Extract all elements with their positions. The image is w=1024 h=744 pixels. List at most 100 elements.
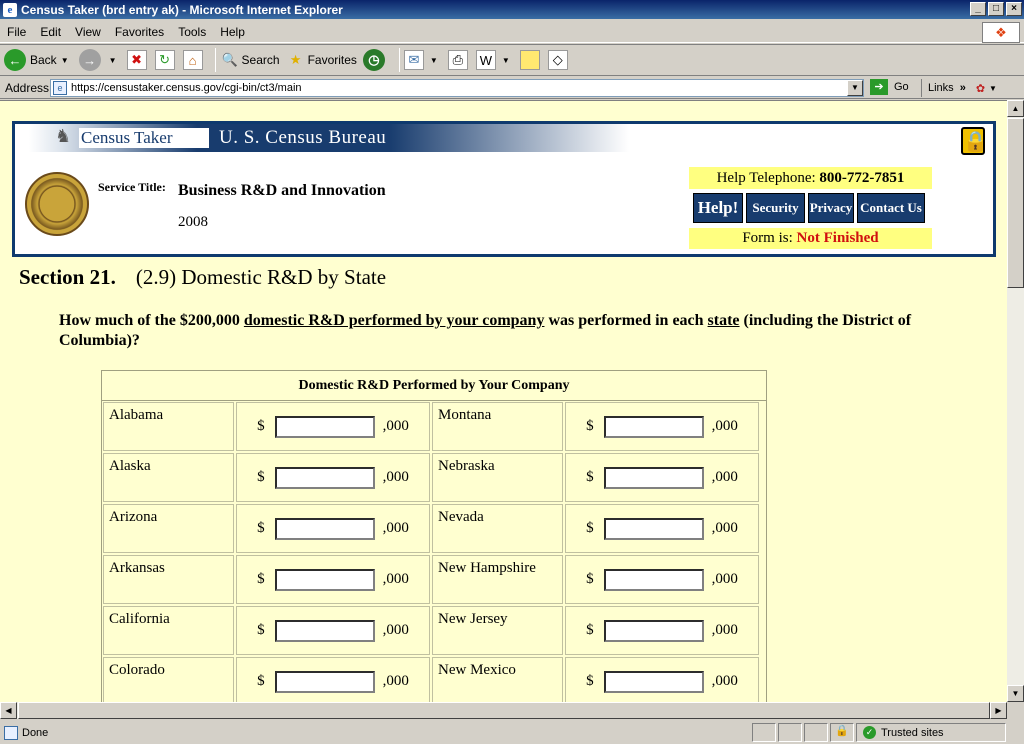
- horizontal-scroll-thumb[interactable]: [18, 702, 990, 719]
- page-viewport: ♞ Census Taker U. S. Census Bureau 🔒 Ser…: [0, 100, 1007, 702]
- currency-symbol: $: [586, 673, 594, 689]
- thousands-suffix: ,000: [382, 622, 409, 638]
- maximize-button[interactable]: □: [988, 2, 1004, 16]
- menu-view[interactable]: View: [68, 25, 108, 39]
- department-seal-icon: [25, 172, 89, 236]
- menu-edit[interactable]: Edit: [33, 25, 68, 39]
- menu-help[interactable]: Help: [213, 25, 252, 39]
- census-taker-logo-icon: ♞: [55, 126, 72, 146]
- question-part: How much of the $200,000: [59, 312, 244, 329]
- scroll-right-icon[interactable]: ▶: [990, 702, 1007, 719]
- mail-button[interactable]: ✉ ▼: [403, 46, 442, 74]
- edit-icon: W: [475, 50, 496, 70]
- status-text: Done: [0, 723, 750, 742]
- help-button[interactable]: Help!: [693, 193, 743, 223]
- amount-input[interactable]: [274, 619, 375, 642]
- home-button[interactable]: ⌂: [182, 46, 205, 74]
- forward-dropdown-icon[interactable]: ▼: [109, 56, 117, 65]
- state-name: Nevada: [432, 504, 563, 553]
- check-icon: ✓: [863, 726, 876, 739]
- close-button[interactable]: ×: [1006, 2, 1022, 16]
- go-button[interactable]: ➔ Go: [870, 79, 909, 95]
- search-icon: 🔍: [221, 52, 238, 67]
- menu-tools[interactable]: Tools: [171, 25, 213, 39]
- amount-input[interactable]: [603, 517, 704, 540]
- menu-file[interactable]: File: [0, 25, 33, 39]
- table-row: Colorado $ ,000 New Mexico $ ,000: [102, 656, 766, 702]
- print-icon: ⎙: [447, 50, 468, 70]
- contact-us-button[interactable]: Contact Us: [857, 193, 925, 223]
- thousands-suffix: ,000: [711, 418, 738, 434]
- page-icon: e: [53, 81, 67, 95]
- section-heading: Section 21. (2.9) Domestic R&D by State: [19, 265, 386, 290]
- currency-symbol: $: [586, 418, 594, 434]
- links-button[interactable]: Links » ✿ ▼: [921, 79, 1001, 97]
- history-icon: ◷: [362, 49, 385, 71]
- page-header: ♞ Census Taker U. S. Census Bureau 🔒 Ser…: [12, 121, 996, 257]
- search-button[interactable]: 🔍 Search: [220, 46, 279, 74]
- address-label: Address: [5, 80, 50, 95]
- title-bar: e Census Taker (brd entry ak) - Microsof…: [0, 0, 1024, 19]
- state-name: Montana: [432, 402, 563, 451]
- table-row: Arkansas $ ,000 New Hampshire $ ,000: [102, 554, 766, 605]
- amount-input[interactable]: [603, 568, 704, 591]
- minimize-button[interactable]: _: [970, 2, 986, 16]
- currency-symbol: $: [257, 571, 265, 587]
- vertical-scrollbar[interactable]: ▲ ▼: [1007, 100, 1024, 702]
- address-input[interactable]: e https://censustaker.census.gov/cgi-bin…: [50, 79, 864, 97]
- amount-input[interactable]: [603, 415, 704, 438]
- back-dropdown-icon[interactable]: ▼: [61, 56, 69, 65]
- windows-logo-icon: ❖: [982, 22, 1020, 43]
- amount-input[interactable]: [274, 670, 375, 693]
- print-button[interactable]: ⎙: [447, 46, 470, 74]
- discuss-button[interactable]: [519, 46, 542, 74]
- currency-symbol: $: [586, 469, 594, 485]
- back-label: Back: [30, 53, 57, 67]
- thousands-suffix: ,000: [382, 571, 409, 587]
- amount-input[interactable]: [274, 568, 375, 591]
- currency-symbol: $: [257, 520, 265, 536]
- security-button[interactable]: Security: [746, 193, 805, 223]
- amount-input[interactable]: [274, 466, 375, 489]
- vertical-scroll-thumb[interactable]: [1007, 118, 1024, 288]
- scroll-down-icon[interactable]: ▼: [1007, 685, 1024, 702]
- horizontal-scrollbar[interactable]: ◀ ▶: [0, 702, 1007, 719]
- messenger-button[interactable]: ◇: [547, 46, 570, 74]
- scroll-left-icon[interactable]: ◀: [0, 702, 17, 719]
- favorites-button[interactable]: ★ Favorites: [286, 46, 357, 74]
- chevron-right-icon: »: [959, 82, 966, 94]
- amount-input[interactable]: [603, 466, 704, 489]
- favorites-label: Favorites: [307, 53, 357, 67]
- amount-cell: $ ,000: [236, 555, 430, 604]
- amount-input[interactable]: [274, 415, 375, 438]
- amount-cell: $ ,000: [236, 657, 430, 702]
- currency-symbol: $: [586, 520, 594, 536]
- history-button[interactable]: ◷: [362, 46, 389, 74]
- amount-input[interactable]: [603, 619, 704, 642]
- extension-icon[interactable]: ✿: [976, 82, 985, 95]
- note-icon: [519, 50, 540, 70]
- thousands-suffix: ,000: [382, 673, 409, 689]
- back-button[interactable]: ← Back ▼: [4, 46, 73, 74]
- amount-input[interactable]: [603, 670, 704, 693]
- forward-button[interactable]: → ▼: [78, 46, 121, 74]
- amount-cell: $ ,000: [236, 453, 430, 502]
- forward-arrow-icon: →: [78, 49, 101, 71]
- extension-dropdown-icon[interactable]: ▼: [989, 84, 997, 93]
- stop-button[interactable]: ✖: [126, 46, 149, 74]
- refresh-button[interactable]: ↻: [154, 46, 177, 74]
- state-name: New Mexico: [432, 657, 563, 702]
- question-underline: state: [707, 312, 740, 329]
- thousands-suffix: ,000: [711, 571, 738, 587]
- section-title: (2.9) Domestic R&D by State: [135, 265, 387, 289]
- scroll-up-icon[interactable]: ▲: [1007, 100, 1024, 117]
- state-name: California: [103, 606, 234, 655]
- edit-button[interactable]: W ▼: [475, 46, 514, 74]
- address-dropdown-icon[interactable]: ▼: [847, 80, 863, 96]
- menu-favorites[interactable]: Favorites: [108, 25, 171, 39]
- amount-cell: $ ,000: [565, 453, 759, 502]
- amount-input[interactable]: [274, 517, 375, 540]
- home-icon: ⌂: [182, 50, 203, 70]
- refresh-icon: ↻: [154, 50, 175, 70]
- privacy-button[interactable]: Privacy: [808, 193, 854, 223]
